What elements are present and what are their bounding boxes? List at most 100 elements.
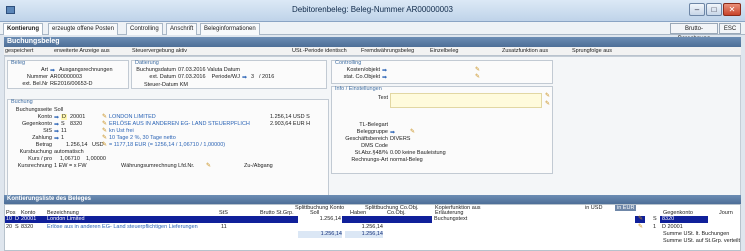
rechnungsart-label: Rechnungs-Art [351,157,388,163]
waehrung-edit-icon[interactable]: ✎ [206,163,212,169]
text-edit-icon[interactable]: ✎ [545,93,551,99]
row1-gegen-select[interactable]: S [653,216,657,222]
ext-datum-label: ext. Datum [149,74,176,80]
geschaeftsbereich-label: Geschäftsbereich [345,136,388,142]
stat-coobjekt-arrow-icon[interactable]: ➡ [382,74,387,81]
betrag-edit-icon[interactable]: ✎ [102,142,108,148]
row1-bezeichnung[interactable]: London Limited [47,216,85,222]
row2-haben[interactable]: 1.256,14 [345,224,383,230]
betrag-label: Betrag [35,142,52,148]
art-arrow-icon[interactable]: ➡ [50,67,55,74]
kursbuchung-value[interactable]: automatisch [54,149,84,155]
buchungsseite-value[interactable]: Soll [54,107,63,113]
tab-beleginformationen[interactable]: Beleginformationen [200,23,260,35]
tab-anschrift[interactable]: Anschrift [166,23,198,35]
row2-bezeichnung[interactable]: Erlöse aus in anderen EG- Land steuerpfl… [47,224,198,230]
kursbuchung-label: Kursbuchung [19,149,52,155]
gegenkonto-arrow-icon[interactable]: ➡ [54,121,59,128]
periode-arrow-icon[interactable]: ➡ [242,74,247,81]
row2-konto[interactable]: 8320 [21,224,33,230]
beleg-group: Beleg Art ➡ Ausgangsrechnungen Nummer AR… [7,60,129,89]
kurs-value[interactable]: 1,06710 [60,156,80,162]
art-label: Art [40,67,48,73]
row1-gegenkonto[interactable]: 8320 [660,216,708,223]
buchungsseite-label: Buchungsseite [15,107,52,113]
controlling-group-title: Controlling [335,60,362,66]
konto-edit-icon[interactable]: ✎ [102,114,108,120]
status-ust-periode[interactable]: USt.-Periode identisch [292,48,347,54]
nummer-value: AR00000003 [50,74,83,80]
row1-soll[interactable]: 1.256,14 [298,216,342,223]
gegenkonto-amount: 2.903,64 EUR H [270,121,311,127]
kostenobjekt-arrow-icon[interactable]: ➡ [382,67,387,74]
row1-erlaeuterung[interactable]: Buchungstext [432,216,635,223]
esc-button[interactable]: ESC [719,23,741,34]
sts-value[interactable]: 11 [61,128,67,134]
beleggruppe-edit-icon[interactable]: ✎ [410,129,416,135]
geschaeftsbereich-value[interactable]: DIVERS [390,136,410,142]
sts-name[interactable]: kn Ust frei [109,128,134,134]
row1-pos[interactable]: 10 [6,216,12,222]
row2-sts[interactable]: 11 [221,224,227,230]
tab-controlling[interactable]: Controlling [126,23,163,35]
minimize-button[interactable]: – [689,3,705,16]
sts-arrow-icon[interactable]: ➡ [54,128,59,135]
text-edit2-icon[interactable]: ✎ [545,101,551,107]
kostenobjekt-edit-icon[interactable]: ✎ [475,67,481,73]
gegenkonto-edit-icon[interactable]: ✎ [102,121,108,127]
art-value: Ausgangsrechnungen [59,67,113,73]
maximize-button[interactable]: □ [706,3,722,16]
window-titlebar: Debitorenbeleg: Beleg-Nummer AR00000003 … [0,0,745,22]
kostenobjekt-label: Kosten/objekt [346,67,380,73]
gegenkonto-type[interactable]: S [61,121,65,127]
tab-offene-posten[interactable]: erzeugte offene Posten [48,23,118,35]
row2-pos[interactable]: 20 [6,224,12,230]
konto-name[interactable]: LONDON LIMITED [109,114,156,120]
konto-arrow-icon[interactable]: ➡ [54,114,59,121]
row1-edit-icon[interactable]: ✎ [638,216,644,222]
tab-kontierung[interactable]: Kontierung [3,23,43,35]
stabz-value[interactable]: 0.00 keine Bauleistung [390,150,446,156]
status-einzelbeleg[interactable]: Einzelbeleg [430,48,458,54]
stat-coobjekt-edit-icon[interactable]: ✎ [475,74,481,80]
gegenkonto-label: Gegenkonto [22,121,52,127]
zahlung-edit-icon[interactable]: ✎ [102,135,108,141]
row1-type[interactable]: D [15,216,19,222]
summe-ust-verteilt: Summe USt. auf St.Grp. verteilt [663,238,741,244]
group-header-eur[interactable]: in EUR [615,205,637,211]
row1-konto[interactable]: 20001 [21,216,36,222]
ext-belnr-value[interactable]: RE2016/00653-D [50,81,93,87]
zahlung-value[interactable]: 1 [61,135,64,141]
row2-edit-icon[interactable]: ✎ [638,224,644,230]
row2-gegen-select[interactable]: 1 [653,224,656,230]
stat-coobjekt-label: stat. Co.Objekt [343,74,380,80]
gegenkonto-name[interactable]: ERLÖSE AUS IN ANDEREN EG- LAND STEUERPFL… [109,121,250,127]
rechnungsart-value[interactable]: normal-Beleg [390,157,423,163]
buchung-group: Buchung Buchungsseite Soll Konto ➡ D 200… [7,99,329,201]
group-header-usd[interactable]: in USD [585,205,602,211]
close-button[interactable]: ✕ [723,3,741,16]
sts-edit-icon[interactable]: ✎ [102,128,108,134]
konto-value[interactable]: 20001 [70,114,85,120]
status-fremdwaehrung[interactable]: Fremdwährungsbeleg [361,48,414,54]
gegenkonto-value[interactable]: 8320 [70,121,82,127]
beleggruppe-label: Beleggruppe [356,129,388,135]
kurs-pro-value[interactable]: 1,00000 [86,156,106,162]
total-haben: 1.256,14 [345,231,383,238]
zahlung-arrow-icon[interactable]: ➡ [54,135,59,142]
status-sprungfolge[interactable]: Sprungfolge aus [572,48,612,54]
periode-label: Periode/WJ [211,74,240,80]
zahlung-name[interactable]: 10 Tage 2 %, 30 Tage netto [109,135,176,141]
periode-value[interactable]: 3 [251,74,254,80]
kursrechnung-value[interactable]: 1 EW = x FW [54,163,87,169]
status-steuervergebung[interactable]: Steuervergebung aktiv [132,48,187,54]
status-erweiterte-anzeige[interactable]: erweiterte Anzeige aus [54,48,110,54]
text-input[interactable] [390,93,542,108]
konto-type[interactable]: D [61,114,67,120]
row2-gegenkonto[interactable]: D 20001 [662,224,683,230]
brutto-berechnung-button[interactable]: Brutto-Berechnung [670,23,718,42]
betrag-value[interactable]: 1.256,14 [66,142,87,148]
beleggruppe-arrow-icon[interactable]: ➡ [390,129,395,136]
status-zusatzfunktion[interactable]: Zusatzfunktion aus [502,48,548,54]
row2-type[interactable]: S [15,224,19,230]
